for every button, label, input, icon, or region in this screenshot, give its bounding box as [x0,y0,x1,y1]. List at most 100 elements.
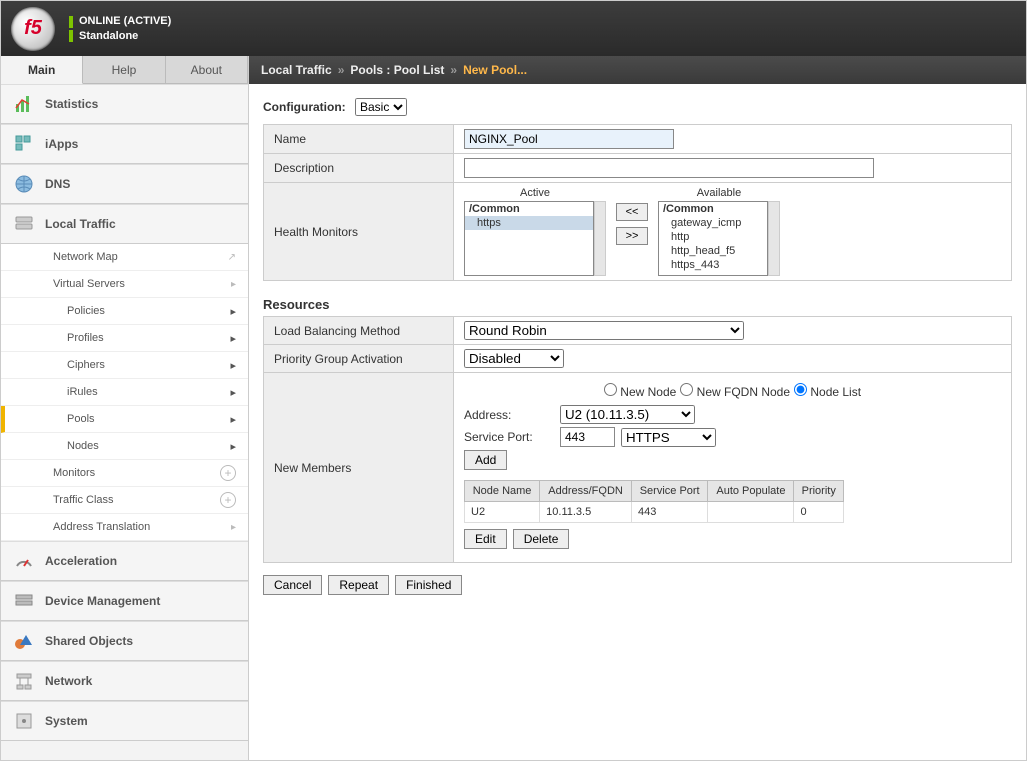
subsub-item-irules[interactable]: iRules▸ [1,379,248,406]
sidebar-item-iapps[interactable]: iApps [1,124,248,164]
new-members-label: New Members [264,373,454,563]
sidebar-item-label: Shared Objects [45,634,133,648]
name-label: Name [264,125,454,154]
pga-select[interactable]: Disabled [464,349,564,368]
col-node-name: Node Name [465,481,540,502]
configuration-select[interactable]: Basic [355,98,407,116]
list-item[interactable]: https [465,216,593,230]
server-icon [13,213,35,235]
sidebar-item-dns[interactable]: DNS [1,164,248,204]
edit-button[interactable]: Edit [464,529,507,549]
gauge-icon [13,550,35,572]
subsub-item-ciphers[interactable]: Ciphers▸ [1,352,248,379]
sub-item-traffic-class[interactable]: Traffic Class+ [1,487,248,514]
sidebar-item-network[interactable]: Network [1,661,248,701]
device-icon [13,590,35,612]
status-indicator-icon [69,16,73,28]
sidebar-item-label: iApps [45,137,78,151]
members-table: Node Name Address/FQDN Service Port Auto… [464,480,844,523]
breadcrumb: Local Traffic » Pools : Pool List » New … [249,56,1026,84]
chevron-right-icon: ▸ [230,359,236,372]
sidebar-item-device-management[interactable]: Device Management [1,581,248,621]
move-out-button[interactable]: >> [616,227,648,245]
configuration-label: Configuration: [263,100,346,114]
service-port-proto-select[interactable]: HTTPS [621,428,716,447]
active-title: Active [520,187,550,199]
main-panel: Local Traffic » Pools : Pool List » New … [249,56,1026,760]
lbm-label: Load Balancing Method [264,317,454,345]
chevron-right-icon: ▸ [231,279,236,290]
subsub-item-pools[interactable]: Pools▸ [1,406,248,433]
chevron-right-icon: ▸ [230,440,236,453]
tab-main[interactable]: Main [1,56,83,84]
scrollbar[interactable] [594,201,606,276]
subsub-item-profiles[interactable]: Profiles▸ [1,325,248,352]
add-button[interactable]: Add [464,450,507,470]
list-item[interactable]: gateway_icmp [659,216,767,230]
plus-circle-icon[interactable]: + [220,492,236,508]
sidebar-item-local-traffic[interactable]: Local Traffic [1,204,248,244]
sidebar-item-system[interactable]: System [1,701,248,741]
cancel-button[interactable]: Cancel [263,575,322,595]
system-icon [13,710,35,732]
sidebar-item-label: Device Management [45,594,160,608]
repeat-button[interactable]: Repeat [328,575,389,595]
status-indicator-icon [69,30,73,42]
f5-logo: f5 [11,7,55,51]
general-properties-table: Name Description Health Monitors Active [263,124,1012,281]
sub-item-address-translation[interactable]: Address Translation▸ [1,514,248,541]
sub-item-network-map[interactable]: Network Map↗ [1,244,248,271]
local-traffic-subtree: Network Map↗ Virtual Servers▸ Policies▸ … [1,244,248,541]
chevron-right-icon: ▸ [230,305,236,318]
radio-new-node[interactable]: New Node [604,383,676,399]
breadcrumb-current: New Pool... [463,63,527,77]
sidebar: Main Help About Statistics iApps DNS Loc… [1,56,249,760]
configuration-row: Configuration: Basic [263,98,1012,116]
sidebar-item-shared-objects[interactable]: Shared Objects [1,621,248,661]
header-status: ONLINE (ACTIVE) Standalone [69,13,171,43]
scrollbar[interactable] [768,201,780,276]
sidebar-item-acceleration[interactable]: Acceleration [1,541,248,581]
subsub-item-nodes[interactable]: Nodes▸ [1,433,248,460]
shapes-icon [13,630,35,652]
pool-description-input[interactable] [464,158,874,178]
breadcrumb-pool-list[interactable]: Pools : Pool List [350,63,444,77]
chevron-right-icon: ▸ [230,386,236,399]
sidebar-item-statistics[interactable]: Statistics [1,84,248,124]
available-monitors-listbox[interactable]: /Common gateway_icmp http http_head_f5 h… [658,201,768,276]
delete-button[interactable]: Delete [513,529,570,549]
chevron-right-icon: ▸ [230,332,236,345]
radio-node-list[interactable]: Node List [794,383,861,399]
move-in-button[interactable]: << [616,203,648,221]
address-select[interactable]: U2 (10.11.3.5) [560,405,695,424]
sidebar-item-label: System [45,714,88,728]
list-item[interactable]: http [659,230,767,244]
tab-help[interactable]: Help [83,56,165,84]
radio-new-fqdn[interactable]: New FQDN Node [680,383,790,399]
resources-title: Resources [263,297,1012,312]
sidebar-item-label: Network [45,674,92,688]
pga-label: Priority Group Activation [264,345,454,373]
address-label: Address: [464,408,554,422]
tab-about[interactable]: About [166,56,248,84]
subsub-item-policies[interactable]: Policies▸ [1,298,248,325]
chart-icon [13,93,35,115]
list-item[interactable]: http_head_f5 [659,244,767,258]
sidebar-item-label: DNS [45,177,70,191]
table-row[interactable]: U2 10.11.3.5 443 0 [465,502,844,523]
service-port-label: Service Port: [464,430,554,444]
sub-item-virtual-servers[interactable]: Virtual Servers▸ [1,271,248,298]
description-label: Description [264,154,454,183]
lbm-select[interactable]: Round Robin [464,321,744,340]
col-address: Address/FQDN [540,481,632,502]
list-item[interactable]: https_443 [659,258,767,272]
service-port-input[interactable] [560,427,615,447]
active-monitors-listbox[interactable]: /Common https [464,201,594,276]
finished-button[interactable]: Finished [395,575,462,595]
sidebar-item-label: Local Traffic [45,217,116,231]
plus-circle-icon[interactable]: + [220,465,236,481]
breadcrumb-local-traffic[interactable]: Local Traffic [261,63,332,77]
sidebar-item-label: Acceleration [45,554,117,568]
sub-item-monitors[interactable]: Monitors+ [1,460,248,487]
pool-name-input[interactable] [464,129,674,149]
